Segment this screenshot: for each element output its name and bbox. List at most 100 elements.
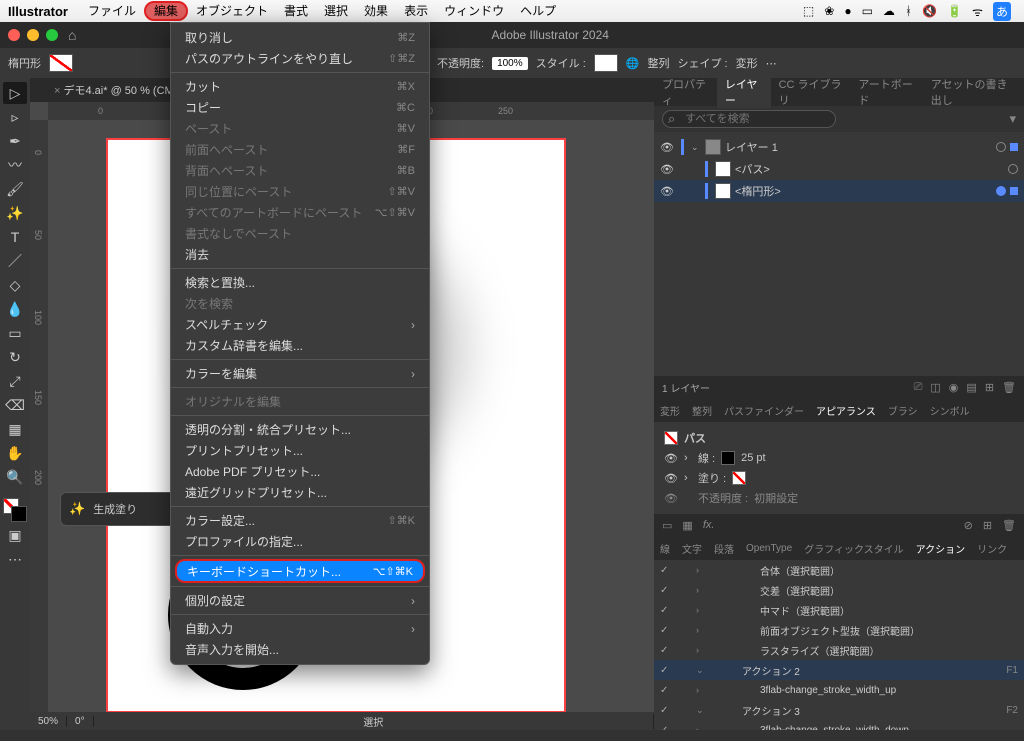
menu-select[interactable]: 選択 <box>316 1 356 21</box>
action-row[interactable]: ✓ › 合体（選択範囲） <box>654 560 1024 580</box>
icon[interactable]: ▦ <box>682 519 692 532</box>
tab-stroke[interactable]: 線 <box>654 541 676 556</box>
tab-cc-libraries[interactable]: CC ライブラリ <box>771 76 851 108</box>
action-row[interactable]: ✓ › ラスタライズ（選択範囲） <box>654 640 1024 660</box>
mi-keyboard-shortcuts[interactable]: キーボードショートカット...⌥⇧⌘K <box>175 559 425 583</box>
check-icon[interactable]: ✓ <box>660 565 672 576</box>
mi-undo[interactable]: 取り消し⌘Z <box>171 27 429 48</box>
clear-icon[interactable]: ⊘ <box>964 519 973 532</box>
selection-tool[interactable]: ▷ <box>3 82 27 104</box>
mi-pdf-preset[interactable]: Adobe PDF プリセット... <box>171 461 429 482</box>
menu-window[interactable]: ウィンドウ <box>436 1 512 21</box>
mi-copy[interactable]: コピー⌘C <box>171 97 429 118</box>
sublayer-icon[interactable]: ▤ <box>966 381 976 394</box>
check-icon[interactable]: ✓ <box>660 645 672 656</box>
align-label[interactable]: 整列 <box>647 55 669 71</box>
shape-tool[interactable]: ◇ <box>3 274 27 296</box>
mi-dict[interactable]: カスタム辞書を編集... <box>171 335 429 356</box>
check-icon[interactable]: ✓ <box>660 585 672 596</box>
rotation[interactable]: 0° <box>67 716 94 727</box>
twisty-icon[interactable]: ⌄ <box>696 705 706 716</box>
visibility-icon[interactable]: 👁 <box>660 185 674 198</box>
visibility-icon[interactable]: 👁 <box>660 141 674 154</box>
mi-clear[interactable]: 消去 <box>171 244 429 265</box>
tab-graphic-styles[interactable]: グラフィックスタイル <box>798 541 910 556</box>
clip-icon[interactable]: ◫ <box>930 381 940 394</box>
color-picker[interactable] <box>3 498 27 522</box>
action-row[interactable]: ✓ ⌄ アクション 2 F1 <box>654 660 1024 680</box>
tab-character[interactable]: 文字 <box>676 541 708 556</box>
check-icon[interactable]: ✓ <box>660 685 672 696</box>
visibility-icon[interactable]: 👁 <box>660 163 674 176</box>
layer-search[interactable] <box>662 110 836 128</box>
direct-select-tool[interactable]: ▹ <box>3 106 27 128</box>
icon[interactable]: ▭ <box>662 519 672 532</box>
tab-artboards[interactable]: アートボード <box>850 76 922 108</box>
mi-autofill[interactable]: 自動入力› <box>171 618 429 639</box>
menu-edit[interactable]: 編集 <box>144 1 188 21</box>
volume-icon[interactable]: 🔇 <box>922 4 937 18</box>
input-lang[interactable]: あ <box>993 2 1011 21</box>
hand-tool[interactable]: ✋ <box>3 442 27 464</box>
wifi-icon[interactable]: ᯤ <box>972 3 983 20</box>
stroke-swatch[interactable] <box>721 451 735 465</box>
zoom-level[interactable]: 50% <box>30 716 67 727</box>
shape-ops-label[interactable]: シェイプ : <box>677 55 727 71</box>
eyedropper-tool[interactable]: 💧 <box>3 298 27 320</box>
twisty-icon[interactable]: › <box>696 585 706 595</box>
mi-flatten-preset[interactable]: 透明の分割・統合プリセット... <box>171 419 429 440</box>
tab-export[interactable]: アセットの書き出し <box>923 76 1024 108</box>
stroke-value[interactable]: 25 pt <box>741 452 765 464</box>
pen-tool[interactable]: ✒ <box>3 130 27 152</box>
zoom-tool[interactable]: 🔍 <box>3 466 27 488</box>
home-icon[interactable]: ⌂ <box>68 27 76 43</box>
target-icon[interactable] <box>1008 164 1018 174</box>
action-row[interactable]: ✓ › 3flab-change_stroke_width_up <box>654 680 1024 700</box>
twisty-icon[interactable]: › <box>696 565 706 575</box>
twisty-icon[interactable]: › <box>696 605 706 615</box>
mi-color-settings[interactable]: カラー設定...⇧⌘K <box>171 510 429 531</box>
menu-object[interactable]: オブジェクト <box>188 1 276 21</box>
battery-icon[interactable]: 🔋 <box>947 4 962 18</box>
mi-color-edit[interactable]: カラーを編集› <box>171 363 429 384</box>
gradient-tool[interactable]: ▦ <box>3 418 27 440</box>
status-icon[interactable]: ⬚ <box>803 4 814 18</box>
maximize-icon[interactable] <box>46 29 58 41</box>
check-icon[interactable]: ✓ <box>660 665 672 676</box>
menu-file[interactable]: ファイル <box>80 1 144 21</box>
menu-help[interactable]: ヘルプ <box>512 1 564 21</box>
edit-toolbar[interactable]: ⋯ <box>3 548 27 570</box>
eraser-tool[interactable]: ⌫ <box>3 394 27 416</box>
action-row[interactable]: ✓ › 中マド（選択範囲） <box>654 600 1024 620</box>
action-row[interactable]: ✓ › 前面オブジェクト型抜（選択範囲） <box>654 620 1024 640</box>
traffic-lights[interactable] <box>8 29 58 41</box>
visibility-icon[interactable]: 👁 <box>664 492 678 505</box>
twisty-icon[interactable]: ⌄ <box>691 142 701 153</box>
delete-icon[interactable]: 🗑 <box>1002 519 1016 532</box>
action-row[interactable]: ✓ ⌄ アクション 3 F2 <box>654 700 1024 720</box>
filter-icon[interactable]: ▾ <box>1009 111 1016 127</box>
check-icon[interactable]: ✓ <box>660 725 672 731</box>
bluetooth-icon[interactable]: ᚼ <box>905 4 912 18</box>
layer-row[interactable]: 👁 <パス> <box>654 158 1024 180</box>
twisty-icon[interactable]: › <box>696 645 706 655</box>
scale-tool[interactable]: ⤢ <box>3 370 27 392</box>
close-tab-icon[interactable]: × <box>54 85 60 97</box>
mi-cut[interactable]: カット⌘X <box>171 76 429 97</box>
menu-view[interactable]: 表示 <box>396 1 436 21</box>
tab-appearance[interactable]: アピアランス <box>810 403 882 418</box>
tab-opentype[interactable]: OpenType <box>740 543 798 554</box>
mask-icon[interactable]: ◉ <box>949 381 959 394</box>
mi-redo[interactable]: パスのアウトラインをやり直し⇧⌘Z <box>171 48 429 69</box>
fill-swatch[interactable] <box>49 54 73 72</box>
mi-print-preset[interactable]: プリントプリセット... <box>171 440 429 461</box>
mi-personal-settings[interactable]: 個別の設定› <box>171 590 429 611</box>
wand-tool[interactable]: ✨ <box>3 202 27 224</box>
twisty-icon[interactable]: › <box>696 625 706 635</box>
tab-brushes[interactable]: ブラシ <box>882 403 924 418</box>
curvature-tool[interactable]: 〰 <box>3 154 27 176</box>
tab-align[interactable]: 整列 <box>686 403 718 418</box>
target-icon[interactable] <box>996 142 1006 152</box>
fx-icon[interactable]: fx. <box>703 519 715 531</box>
mi-voice-input[interactable]: 音声入力を開始... <box>171 639 429 660</box>
